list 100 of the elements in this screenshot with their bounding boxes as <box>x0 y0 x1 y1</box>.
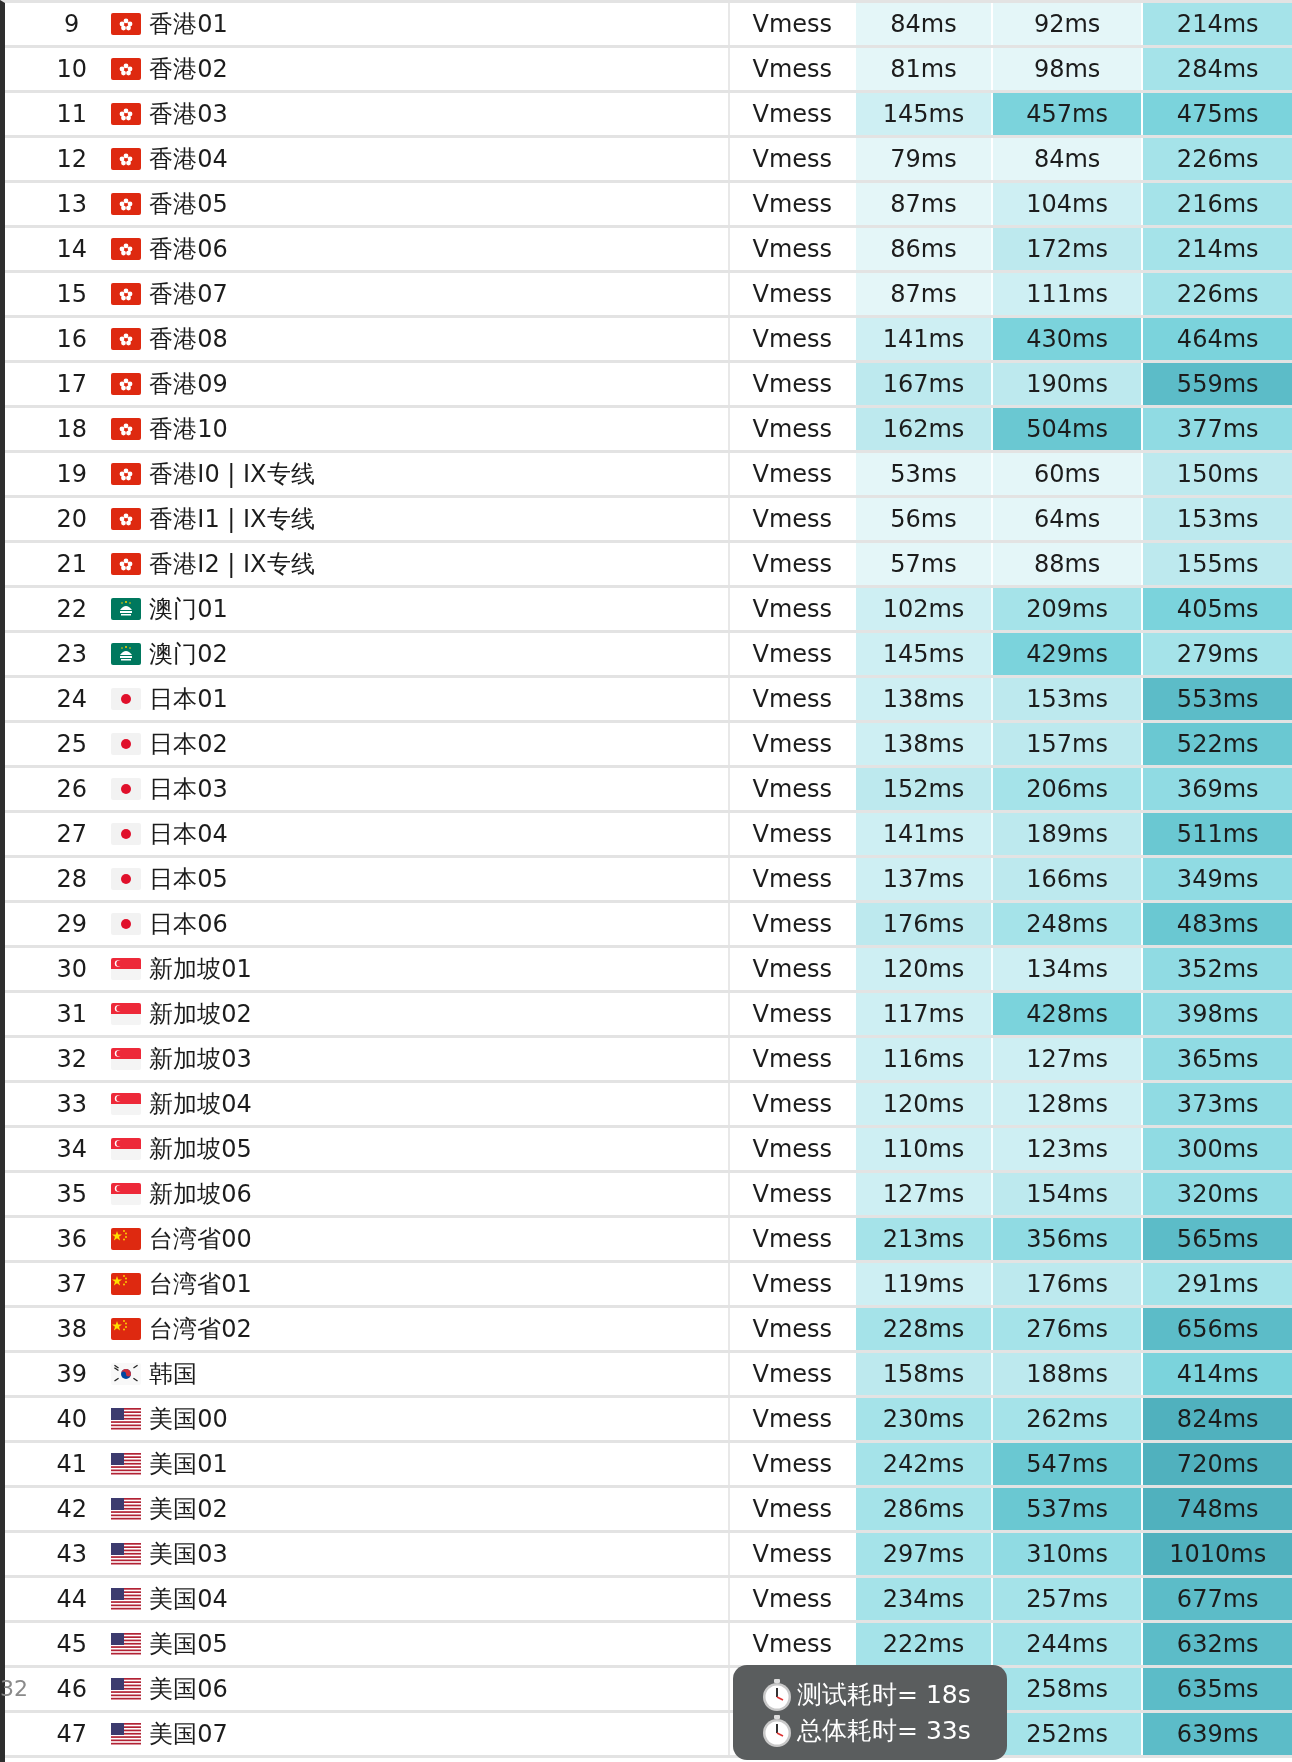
latency-cell: 234ms <box>854 1578 991 1620</box>
latency-cell: 291ms <box>1141 1263 1292 1305</box>
flag-icon <box>111 238 142 260</box>
flag-icon <box>111 1723 142 1745</box>
row-number: 36 <box>55 1224 88 1255</box>
row-number: 34 <box>55 1134 88 1165</box>
node-name: 新加坡03 <box>149 1044 252 1075</box>
latency-cell: 639ms <box>1141 1713 1292 1755</box>
latency-cell: 405ms <box>1141 588 1292 630</box>
latency-cell: 300ms <box>1141 1128 1292 1170</box>
latency-cell: 824ms <box>1141 1398 1292 1440</box>
latency-cell: 559ms <box>1141 363 1292 405</box>
stopwatch-icon <box>761 1677 793 1712</box>
latency-cell: 213ms <box>854 1218 991 1260</box>
row-number: 16 <box>55 324 88 355</box>
latency-cell: 102ms <box>854 588 991 630</box>
latency-cell: 88ms <box>990 543 1142 585</box>
flag-icon <box>111 1048 142 1070</box>
latency-cell: 320ms <box>1141 1173 1292 1215</box>
node-name: 美国05 <box>149 1629 228 1660</box>
latency-cell: 188ms <box>990 1353 1142 1395</box>
row-number: 40 <box>55 1404 88 1435</box>
latency-cell: 1010ms <box>1141 1533 1292 1575</box>
latency-cell: 81ms <box>854 48 991 90</box>
row-number: 15 <box>55 279 88 310</box>
node-name: 日本04 <box>149 819 228 850</box>
flag-icon <box>111 868 142 890</box>
latency-cell: 127ms <box>854 1173 991 1215</box>
latency-cell: 120ms <box>854 948 991 990</box>
node-name: 香港I1 | IX专线 <box>149 504 315 535</box>
latency-cell: 155ms <box>1141 543 1292 585</box>
row-number: 14 <box>55 234 88 265</box>
row-number: 21 <box>55 549 88 580</box>
latency-cell: 226ms <box>1141 138 1292 180</box>
flag-icon <box>111 58 142 80</box>
latency-cell: 276ms <box>990 1308 1142 1350</box>
latency-cell: 137ms <box>854 858 991 900</box>
node-name: 新加坡04 <box>149 1089 252 1120</box>
row-number: 46 <box>55 1674 88 1705</box>
row-number: 10 <box>55 54 88 85</box>
latency-cell: 369ms <box>1141 768 1292 810</box>
row-number: 38 <box>55 1314 88 1345</box>
row-number: 23 <box>55 639 88 670</box>
latency-cell: 244ms <box>990 1623 1142 1665</box>
latency-cell: 226ms <box>1141 273 1292 315</box>
node-name: 新加坡01 <box>149 954 252 985</box>
node-name: 韩国 <box>149 1359 198 1390</box>
latency-cell: 145ms <box>854 633 991 675</box>
latency-cell: 134ms <box>990 948 1142 990</box>
latency-cell: 145ms <box>854 93 991 135</box>
latency-cell: 547ms <box>990 1443 1142 1485</box>
stopwatch-icon <box>761 1713 793 1748</box>
latency-cell: 87ms <box>854 183 991 225</box>
latency-cell: 365ms <box>1141 1038 1292 1080</box>
row-number: 41 <box>55 1449 88 1480</box>
node-name: 香港03 <box>149 99 228 130</box>
timer-text: 总体耗时= 33s <box>797 1715 971 1747</box>
timer-text: 测试耗时= 18s <box>797 1679 971 1711</box>
latency-cell: 176ms <box>854 903 991 945</box>
node-name: 日本02 <box>149 729 228 760</box>
flag-icon <box>111 148 142 170</box>
latency-cell: 522ms <box>1141 723 1292 765</box>
row-number: 18 <box>55 414 88 445</box>
latency-cell: 356ms <box>990 1218 1142 1260</box>
flag-icon <box>111 508 142 530</box>
flag-icon <box>111 418 142 440</box>
node-name: 澳门02 <box>149 639 228 670</box>
row-number: 29 <box>55 909 88 940</box>
latency-cell: 57ms <box>854 543 991 585</box>
latency-cell: 110ms <box>854 1128 991 1170</box>
node-name: 香港04 <box>149 144 228 175</box>
row-number: 24 <box>55 684 88 715</box>
node-name: 香港07 <box>149 279 228 310</box>
row-number: 17 <box>55 369 88 400</box>
node-name: 香港09 <box>149 369 228 400</box>
row-number: 11 <box>55 99 88 130</box>
latency-cell: 483ms <box>1141 903 1292 945</box>
latency-cell: 138ms <box>854 723 991 765</box>
latency-cell: 104ms <box>990 183 1142 225</box>
node-name: 香港05 <box>149 189 228 220</box>
node-name: 美国02 <box>149 1494 228 1525</box>
node-name: 新加坡02 <box>149 999 252 1030</box>
latency-cell: 310ms <box>990 1533 1142 1575</box>
latency-cell: 150ms <box>1141 453 1292 495</box>
node-name: 香港06 <box>149 234 228 265</box>
latency-cell: 190ms <box>990 363 1142 405</box>
flag-icon <box>111 553 142 575</box>
latency-cell: 286ms <box>854 1488 991 1530</box>
latency-cell: 141ms <box>854 318 991 360</box>
node-name: 香港I2 | IX专线 <box>149 549 315 580</box>
row-number: 30 <box>55 954 88 985</box>
flag-icon <box>111 13 142 35</box>
node-name: 美国07 <box>149 1719 228 1750</box>
node-name: 美国04 <box>149 1584 228 1615</box>
latency-cell: 222ms <box>854 1623 991 1665</box>
row-number: 45 <box>55 1629 88 1660</box>
latency-cell: 297ms <box>854 1533 991 1575</box>
latency-cell: 720ms <box>1141 1443 1292 1485</box>
row-number: 32 <box>55 1044 88 1075</box>
latency-cell: 86ms <box>854 228 991 270</box>
